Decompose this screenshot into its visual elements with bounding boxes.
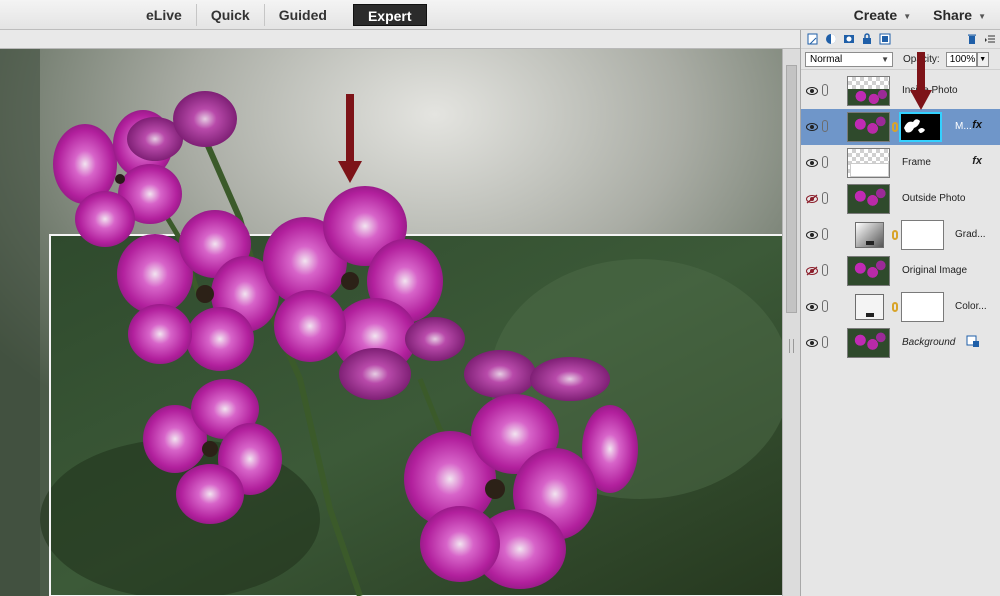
top-bar: eLive Quick Guided Expert Create ▼ Share ▼ [0,0,1000,30]
share-menu[interactable]: Share ▼ [933,7,986,23]
layer-name: M... [955,121,972,132]
blend-row: Normal▼ Opacity: 100% ▼ [801,49,1000,70]
layers-toolbar [801,30,1000,49]
layer-style-fx-icon[interactable]: fx [972,155,982,167]
layer-link-icon[interactable] [822,300,828,312]
gradient-adjustment-icon [855,222,884,248]
background-lock-icon[interactable] [966,335,980,348]
visibility-eye-icon[interactable] [806,158,818,168]
create-menu[interactable]: Create ▼ [854,7,912,23]
layer-mask-thumbnail[interactable] [901,292,944,322]
layer-name: Original Image [902,265,968,276]
visibility-eye-icon[interactable] [806,338,818,348]
visibility-eye-icon[interactable] [806,230,818,240]
color-fill-adjustment-icon [855,294,884,320]
layer-name: Grad... [955,229,986,240]
tool-options-strip [0,30,800,49]
layer-thumbnail [847,184,890,214]
create-menu-label: Create [853,7,898,23]
layer-style-fx-icon[interactable]: fx [972,119,982,131]
layer-row-selected[interactable]: M... fx [801,109,1000,145]
visibility-eye-icon[interactable] [806,122,818,132]
mode-elive[interactable]: eLive [132,4,196,26]
adjustment-layer-icon[interactable] [825,33,837,45]
layer-thumbnail [847,76,890,106]
mode-expert[interactable]: Expert [352,4,427,26]
layer-link-icon[interactable] [822,192,828,204]
mode-guided[interactable]: Guided [263,4,341,26]
panel-resize-grip[interactable] [789,339,794,353]
layer-row[interactable]: Grad... [801,217,1000,253]
lock-transparency-icon[interactable] [879,33,891,45]
layer-link-icon[interactable] [822,156,828,168]
document-canvas[interactable] [0,49,790,596]
chevron-down-icon: ▼ [978,11,986,21]
chevron-down-icon: ▼ [903,11,912,21]
visibility-eye-icon[interactable] [806,302,818,312]
blend-mode-value: Normal [810,53,843,65]
layer-name: Color... [955,301,987,312]
layer-thumbnail [847,112,890,142]
layer-row[interactable]: Frame fx [801,145,1000,181]
lock-icon[interactable] [861,33,873,45]
layer-mask-thumbnail[interactable] [901,220,944,250]
mask-link-chain-icon[interactable] [892,302,898,312]
hidden-eye-icon[interactable] [806,194,818,204]
layer-link-icon[interactable] [822,264,828,276]
opacity-input[interactable]: 100% [945,51,977,67]
new-layer-icon[interactable] [807,33,819,45]
layer-row[interactable]: Background [801,325,1000,361]
layer-row[interactable]: Inside Photo [801,73,1000,109]
layer-mask-thumbnail[interactable] [899,112,942,142]
layer-name: Outside Photo [902,193,966,204]
top-menus: Create ▼ Share ▼ [854,0,986,30]
layer-list: Inside Photo M... fx Frame fx [801,73,1000,361]
photo-composition [0,49,790,596]
panel-menu-icon[interactable] [984,33,996,45]
add-mask-icon[interactable] [843,33,855,45]
blend-mode-select[interactable]: Normal ▼ [805,51,893,67]
visibility-eye-icon[interactable] [806,86,818,96]
mask-link-chain-icon[interactable] [892,230,898,240]
mode-quick[interactable]: Quick [195,4,264,26]
layer-thumbnail [847,256,890,286]
layer-link-icon[interactable] [822,84,828,96]
layers-panel: Normal▼ Opacity: 100% ▼ Inside Photo M..… [800,30,1000,596]
layer-link-icon[interactable] [822,336,828,348]
hidden-eye-icon[interactable] [806,266,818,276]
layer-row[interactable]: Outside Photo [801,181,1000,217]
layer-name: Background [902,337,956,348]
layer-link-icon[interactable] [822,120,828,132]
mask-link-chain-icon[interactable] [892,122,898,132]
layer-thumbnail [847,148,890,178]
scrollbar-thumb[interactable] [786,65,797,313]
mode-switcher: eLive Quick Guided Expert [132,4,427,26]
vertical-scrollbar[interactable] [782,49,800,596]
trash-icon[interactable] [966,33,978,45]
layer-thumbnail [847,328,890,358]
layer-link-icon[interactable] [822,228,828,240]
mask-shape-icon [904,119,925,133]
layer-row[interactable]: Original Image [801,253,1000,289]
layer-row[interactable]: Color... [801,289,1000,325]
chevron-down-icon: ▼ [881,54,889,64]
share-menu-label: Share [933,7,973,23]
opacity-dropdown[interactable]: ▼ [976,51,989,67]
layer-name: Frame [902,157,931,168]
